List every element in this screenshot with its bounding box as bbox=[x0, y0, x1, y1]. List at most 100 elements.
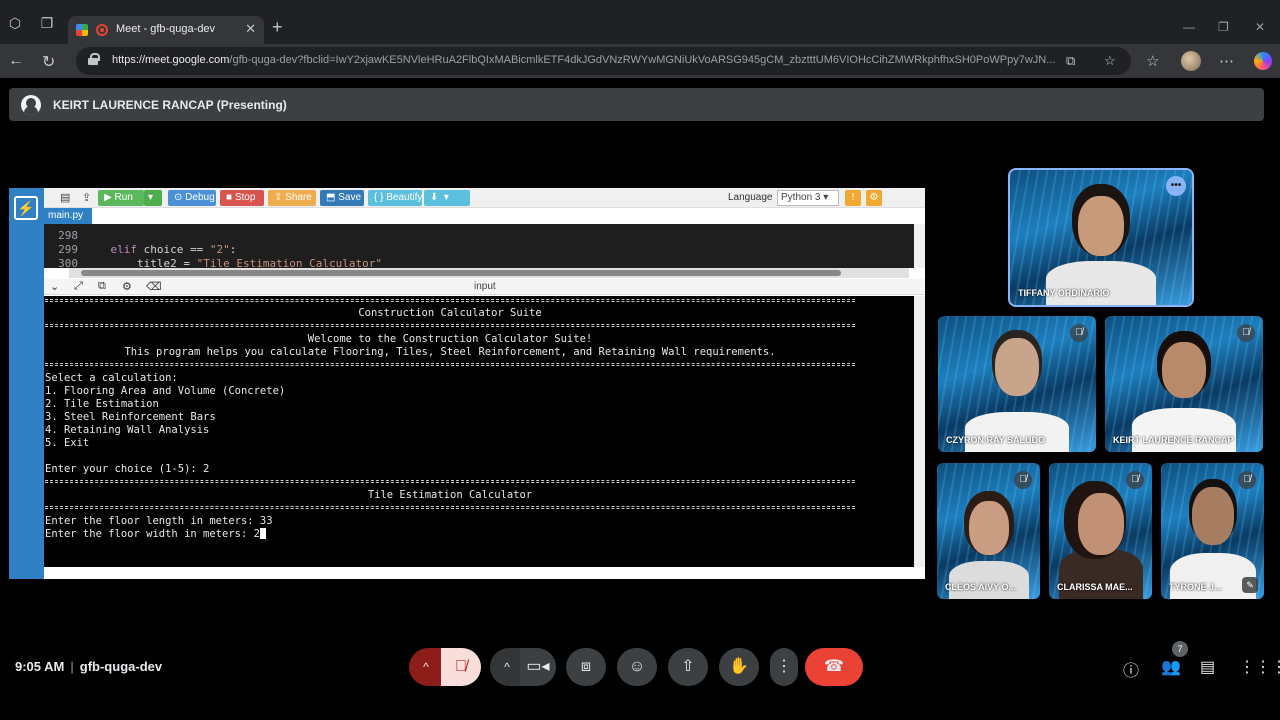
run-button[interactable]: ▶ Run bbox=[98, 190, 144, 206]
camera-options-button[interactable]: ^ bbox=[490, 648, 524, 686]
menu-header: Select a calculation: bbox=[45, 372, 178, 384]
activities-icon[interactable]: ⋮⋮⋮ bbox=[1239, 657, 1280, 677]
code-line: 300 title2 = "Tile Estimation Calculator… bbox=[58, 257, 383, 268]
people-icon[interactable]: 👥 bbox=[1161, 657, 1181, 677]
camera-toggle-button[interactable]: ▭◂ bbox=[520, 648, 556, 686]
mic-off-icon: 🎙̸ bbox=[1238, 471, 1256, 489]
expand-icon[interactable]: ⤢ bbox=[74, 280, 83, 293]
emoji-button[interactable]: ☺ bbox=[617, 648, 657, 686]
reload-icon[interactable]: ↻ bbox=[42, 52, 55, 72]
console-scrollbar[interactable] bbox=[914, 296, 925, 567]
tab-meet[interactable]: Meet - gfb-quga-dev ✕ bbox=[68, 16, 264, 44]
meet-favicon-icon bbox=[76, 24, 88, 36]
lightning-icon[interactable]: ⚡ bbox=[14, 196, 38, 220]
run-dropdown-icon[interactable]: ▾ bbox=[144, 190, 162, 206]
code-horizontal-scrollbar[interactable] bbox=[69, 268, 909, 278]
present-screen-button[interactable]: ⇧ bbox=[668, 648, 708, 686]
settings-icon[interactable]: ⚙ bbox=[866, 190, 882, 206]
console-title: Construction Calculator Suite bbox=[358, 307, 542, 319]
address-bar-row: ← ↻ https://meet.google.com/gfb-quga-dev… bbox=[0, 44, 1280, 78]
copy-icon[interactable]: ⧉ bbox=[98, 280, 106, 293]
participant-video bbox=[1132, 408, 1236, 452]
bookmark-star-icon[interactable]: ☆ bbox=[1104, 53, 1116, 69]
presenter-avatar bbox=[21, 95, 41, 115]
captions-button[interactable]: ⧈ bbox=[566, 648, 606, 686]
menu-item: 3. Steel Reinforcement Bars bbox=[45, 411, 216, 423]
participant-tile-czyron[interactable]: 🎙̸ CZYRON RAY SALUDO bbox=[938, 316, 1096, 452]
tab-actions-icon[interactable]: ❐ bbox=[38, 14, 56, 32]
gear-icon[interactable]: ⚙ bbox=[122, 280, 132, 293]
mic-toggle-button[interactable]: 🎙̸ bbox=[441, 648, 481, 686]
participant-tile-tiffany[interactable]: ••• TIFFANY ORDINARIO bbox=[1008, 168, 1194, 307]
minimize-icon[interactable]: — bbox=[1183, 20, 1195, 34]
save-button[interactable]: ⬒ Save bbox=[320, 190, 364, 206]
text-cursor bbox=[259, 528, 266, 539]
close-window-icon[interactable]: ✕ bbox=[1255, 20, 1265, 34]
info-icon[interactable]: ! bbox=[845, 190, 861, 206]
ide-toolbar: ▤ ⇪ ▶ Run ▾ ⊙ Debug ■ Stop ⇪ Share ⬒ Sav… bbox=[44, 188, 925, 208]
scroll-thumb[interactable] bbox=[81, 270, 841, 276]
mic-options-button[interactable]: ^ bbox=[409, 648, 443, 686]
close-tab-icon[interactable]: ✕ bbox=[245, 21, 256, 37]
meeting-code: gfb-quga-dev bbox=[79, 659, 163, 674]
participant-tile-tyrone[interactable]: 🎙̸ ✎ TYRONE J... bbox=[1161, 463, 1264, 599]
participant-face bbox=[968, 501, 1009, 555]
pin-icon[interactable]: ✎ bbox=[1242, 577, 1258, 593]
presenter-banner: KEIRT LAURENCE RANCAP (Presenting) bbox=[9, 88, 1264, 121]
participant-face bbox=[1077, 493, 1124, 555]
divider bbox=[45, 299, 855, 302]
participant-tile-keirt[interactable]: 🎙̸ KEIRT LAURENCE RANCAP bbox=[1105, 316, 1263, 452]
ide-sidebar: ⚡ bbox=[9, 188, 44, 579]
recording-icon bbox=[96, 24, 108, 36]
new-tab-button[interactable]: + bbox=[272, 17, 283, 38]
mic-off-icon: 🎙̸ bbox=[1070, 324, 1088, 342]
mic-off-icon: 🎙̸ bbox=[1014, 471, 1032, 489]
participant-name: KEIRT LAURENCE RANCAP bbox=[1113, 435, 1234, 445]
restore-icon[interactable]: ❐ bbox=[1218, 20, 1229, 34]
stop-button[interactable]: ■ Stop bbox=[220, 190, 264, 206]
participant-name: CLEOS AIVY O... bbox=[945, 582, 1017, 592]
profile-avatar[interactable] bbox=[1181, 51, 1201, 71]
participant-video bbox=[965, 412, 1069, 452]
workspaces-icon[interactable]: ⬡ bbox=[6, 14, 24, 32]
language-select[interactable]: Python 3 ▾ bbox=[777, 190, 839, 206]
choice-prompt: Enter your choice (1-5): 2 bbox=[45, 463, 210, 475]
code-editor[interactable]: 298 299 elif choice == "2": 300 title2 =… bbox=[44, 224, 925, 268]
clear-icon[interactable]: ⌫ bbox=[146, 280, 162, 293]
more-menu-icon[interactable]: ⋯ bbox=[1219, 52, 1234, 70]
presenter-label: KEIRT LAURENCE RANCAP (Presenting) bbox=[53, 98, 287, 112]
io-label: input bbox=[474, 281, 496, 292]
file-icon[interactable]: ▤ bbox=[54, 190, 76, 206]
raise-hand-button[interactable]: ✋ bbox=[719, 648, 759, 686]
copilot-icon[interactable] bbox=[1254, 52, 1272, 70]
cast-icon[interactable]: ⧉ bbox=[1066, 53, 1075, 69]
console-output[interactable]: Construction Calculator Suite Welcome to… bbox=[44, 296, 914, 567]
menu-item: 5. Exit bbox=[45, 437, 90, 449]
code-vertical-scrollbar[interactable] bbox=[914, 224, 925, 268]
url-input[interactable]: https://meet.google.com/gfb-quga-dev?fbc… bbox=[76, 47, 1131, 75]
share-button[interactable]: ⇪ Share bbox=[268, 190, 316, 206]
shared-screen[interactable]: ⚡ ▤ ⇪ ▶ Run ▾ ⊙ Debug ■ Stop ⇪ Share ⬒ S… bbox=[9, 188, 925, 579]
tab-title: Meet - gfb-quga-dev bbox=[116, 23, 216, 35]
download-button[interactable]: ⬇ ▾ bbox=[424, 190, 470, 206]
meeting-details-icon[interactable]: ⓘ bbox=[1123, 657, 1139, 681]
upload-icon[interactable]: ⇪ bbox=[76, 190, 97, 206]
debug-button[interactable]: ⊙ Debug bbox=[168, 190, 216, 206]
tab-main-py[interactable]: main.py bbox=[44, 208, 92, 224]
width-prompt[interactable]: Enter the floor width in meters: 2 bbox=[45, 528, 266, 541]
participant-face bbox=[1078, 196, 1124, 256]
collapse-icon[interactable]: ⌄ bbox=[50, 280, 59, 293]
meeting-info: 9:05 AM | gfb-quga-dev bbox=[15, 659, 163, 674]
favorites-icon[interactable]: ☆ bbox=[1146, 52, 1159, 70]
participant-name: CZYRON RAY SALUDO bbox=[946, 435, 1046, 445]
url-text: https://meet.google.com/gfb-quga-dev?fbc… bbox=[112, 54, 1056, 66]
participant-tile-clarissa[interactable]: 🎙̸ CLARISSA MAE... bbox=[1049, 463, 1152, 599]
chat-icon[interactable]: ▤ bbox=[1200, 657, 1215, 677]
leave-call-button[interactable]: ☎ bbox=[805, 648, 863, 686]
more-options-button[interactable]: ⋮ bbox=[770, 648, 798, 686]
participant-tile-cleos[interactable]: 🎙̸ CLEOS AIVY O... bbox=[937, 463, 1040, 599]
menu-item: 4. Retaining Wall Analysis bbox=[45, 424, 210, 436]
section-title: Tile Estimation Calculator bbox=[367, 489, 533, 501]
back-icon[interactable]: ← bbox=[8, 52, 24, 70]
beautify-button[interactable]: { } Beautify bbox=[368, 190, 422, 206]
